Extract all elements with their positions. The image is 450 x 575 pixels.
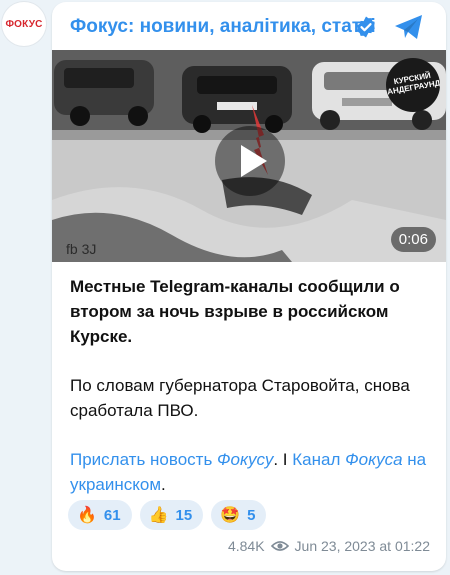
- link-separator: . I: [273, 450, 293, 469]
- watermark-text: КУРСКИЙ АНДЕГРАУНД: [386, 70, 440, 97]
- svg-text:fb 3J: fb 3J: [66, 241, 96, 257]
- view-count: 4.84K: [227, 538, 265, 554]
- play-icon: [241, 145, 267, 177]
- reaction-fire[interactable]: 🔥 61: [68, 500, 132, 530]
- post-meta: 4.84K Jun 23, 2023 at 01:22: [228, 538, 430, 554]
- play-button[interactable]: [215, 126, 285, 196]
- watermark-logo: КУРСКИЙ АНДЕГРАУНД: [386, 58, 440, 112]
- reaction-count: 5: [247, 506, 256, 524]
- reactions-bar: 🔥 61 👍 15 🤩 5: [68, 500, 267, 530]
- thumbs-up-icon: 👍: [148, 507, 169, 524]
- post-body: По словам губернатора Старовойта, снова …: [70, 376, 410, 420]
- reaction-thumbs-up[interactable]: 👍 15: [139, 500, 204, 530]
- post-header: Фокус: новини, аналітика, статті: [52, 2, 446, 50]
- channel-avatar[interactable]: ФОКУС: [2, 2, 46, 46]
- verified-badge-icon: [357, 16, 375, 38]
- fire-icon: 🔥: [77, 507, 97, 524]
- eye-icon: [270, 541, 289, 551]
- post-text: Местные Telegram-каналы сообщили о второ…: [70, 274, 432, 497]
- send-news-link[interactable]: Прислать новость Фокусу: [70, 450, 273, 469]
- share-icon[interactable]: [394, 14, 424, 40]
- reaction-count: 61: [103, 506, 121, 524]
- post-date: Jun 23, 2023 at 01:22: [294, 538, 430, 554]
- video-player[interactable]: fb 3J КУРСКИЙ АНДЕГРАУНД 0:06: [52, 50, 446, 262]
- channel-name[interactable]: Фокус: новини, аналітика, статті: [70, 16, 376, 38]
- reaction-count: 15: [175, 506, 193, 524]
- post-links: Прислать новость Фокусу. I Канал Фокуса …: [70, 450, 427, 494]
- star-struck-icon: 🤩: [220, 507, 241, 524]
- post-card: Фокус: новини, аналітика, статті fb 3J К…: [52, 2, 446, 571]
- reaction-star-struck[interactable]: 🤩 5: [211, 500, 267, 530]
- post-headline: Местные Telegram-каналы сообщили о второ…: [70, 277, 400, 346]
- avatar-logo-text: ФОКУС: [5, 18, 43, 30]
- video-duration: 0:06: [390, 227, 436, 252]
